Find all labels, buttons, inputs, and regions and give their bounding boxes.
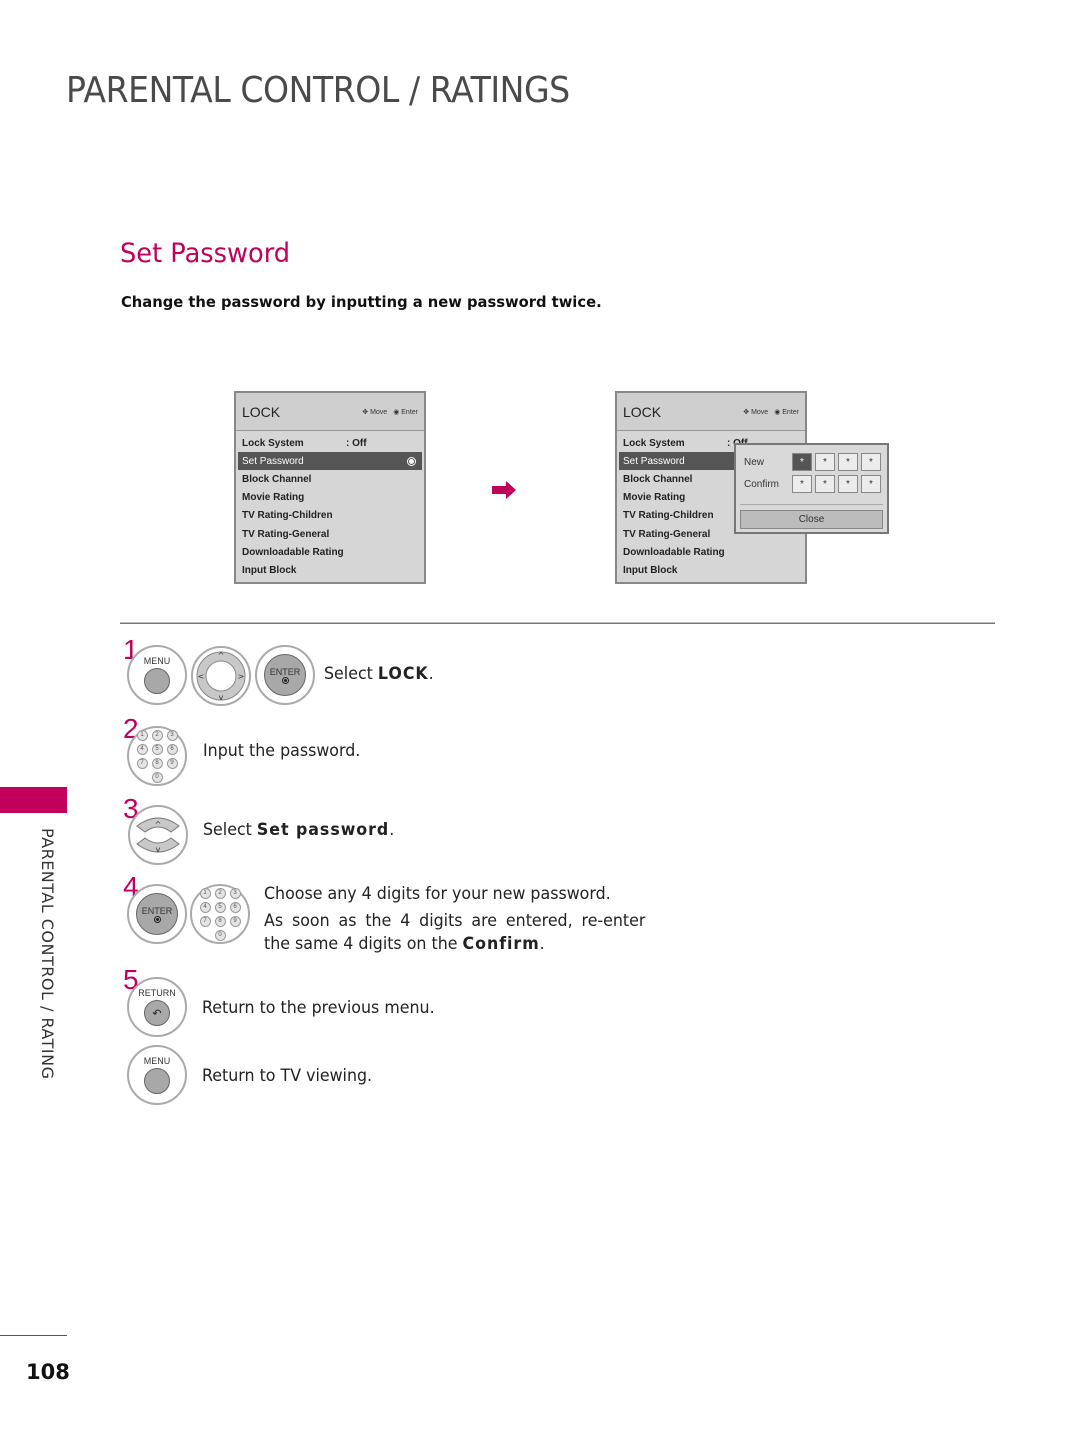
menu-item-block-channel[interactable]: Block Channel — [236, 470, 424, 488]
confirm-label: Confirm — [744, 478, 780, 490]
confirm-digit-2[interactable]: * — [815, 475, 835, 493]
menu-key-icon — [144, 1068, 170, 1094]
intro-text: Change the password by inputting a new p… — [121, 293, 602, 311]
confirm-digit-3[interactable]: * — [838, 475, 858, 493]
enter-icon — [407, 456, 416, 466]
key-9[interactable]: 9 — [166, 757, 178, 769]
move-hint: ✥ Move — [362, 408, 388, 416]
key-4[interactable]: 4 — [136, 743, 148, 755]
key-5[interactable]: 5 — [214, 901, 226, 913]
section-divider — [120, 622, 995, 624]
arrow-right-icon — [492, 481, 516, 499]
menu-item-downloadable-rating[interactable]: Downloadable Rating — [236, 543, 424, 561]
confirm-digit-1[interactable]: * — [792, 475, 812, 493]
key-1[interactable]: 1 — [199, 887, 211, 899]
chapter-tab — [0, 787, 67, 813]
osd-menu-before: LOCK ✥ Move ◉ Enter Lock System: Off Set… — [234, 391, 426, 584]
new-password-row: New * * * * — [744, 453, 884, 471]
enter-dot-icon — [281, 676, 289, 684]
step-4-line-2: As soon as the 4 digits are entered, re-… — [264, 911, 646, 930]
number-keypad[interactable]: 1 2 3 4 5 6 7 8 9 0 — [127, 726, 187, 786]
enter-hint: ◉ Enter — [393, 408, 418, 416]
enter-dot-icon — [153, 915, 161, 923]
menu-key-icon — [144, 668, 170, 694]
key-1[interactable]: 1 — [136, 729, 148, 741]
key-0[interactable]: 0 — [214, 929, 226, 941]
key-7[interactable]: 7 — [199, 915, 211, 927]
key-4[interactable]: 4 — [199, 901, 211, 913]
menu-item-input-block[interactable]: Input Block — [617, 561, 805, 579]
move-icon: ✥ — [362, 408, 369, 416]
confirm-password-row: Confirm * * * * — [744, 475, 884, 493]
key-6[interactable]: 6 — [229, 901, 241, 913]
password-popup: New * * * * Confirm * * * * Close — [734, 443, 889, 534]
chapter-label: PARENTAL CONTROL / RATING — [38, 828, 57, 1080]
enter-button[interactable]: ENTER — [127, 884, 187, 944]
step-final-text: Return to TV viewing. — [202, 1066, 373, 1085]
svg-text:^: ^ — [155, 820, 162, 829]
number-keypad[interactable]: 1 2 3 4 5 6 7 8 9 0 — [190, 884, 250, 944]
new-digit-3[interactable]: * — [838, 453, 858, 471]
section-title: Set Password — [120, 238, 291, 269]
step-4-line-1: Choose any 4 digits for your new passwor… — [264, 884, 611, 903]
up-down-buttons-icon[interactable]: ^ v — [127, 804, 189, 866]
popup-divider — [740, 504, 883, 505]
new-digit-2[interactable]: * — [815, 453, 835, 471]
enter-button[interactable]: ENTER — [255, 645, 315, 705]
new-digit-4[interactable]: * — [861, 453, 881, 471]
svg-text:^: ^ — [218, 651, 225, 660]
enter-icon: ◉ — [393, 408, 400, 416]
move-hint: ✥ Move — [743, 408, 769, 416]
enter-hint: ◉ Enter — [774, 408, 799, 416]
key-3[interactable]: 3 — [229, 887, 241, 899]
new-label: New — [744, 456, 765, 468]
step-1-text: Select LOCK. — [324, 664, 434, 683]
osd-header: LOCK ✥ Move ◉ Enter — [617, 393, 805, 431]
svg-text:>: > — [238, 672, 245, 681]
nav-pad-icon[interactable]: ^ v < > — [190, 645, 252, 707]
key-2[interactable]: 2 — [151, 729, 163, 741]
page-number: 108 — [26, 1360, 70, 1384]
close-button[interactable]: Close — [740, 510, 883, 529]
footer-line — [0, 1335, 67, 1336]
menu-item-tv-rating-general[interactable]: TV Rating-General — [236, 525, 424, 543]
menu-item-input-block[interactable]: Input Block — [236, 561, 424, 579]
enter-icon: ◉ — [774, 408, 781, 416]
svg-text:v: v — [219, 693, 224, 702]
confirm-digit-4[interactable]: * — [861, 475, 881, 493]
move-icon: ✥ — [743, 408, 750, 416]
menu-button[interactable]: MENU — [127, 645, 187, 705]
step-5-text: Return to the previous menu. — [202, 998, 435, 1017]
svg-text:v: v — [156, 845, 161, 854]
key-2[interactable]: 2 — [214, 887, 226, 899]
key-3[interactable]: 3 — [166, 729, 178, 741]
step-3-text: Select Set password. — [203, 820, 395, 839]
osd-header: LOCK ✥ Move ◉ Enter — [236, 393, 424, 431]
key-0[interactable]: 0 — [151, 771, 163, 783]
key-7[interactable]: 7 — [136, 757, 148, 769]
return-button[interactable]: RETURN ↶ — [127, 977, 187, 1037]
return-icon: ↶ — [144, 1000, 170, 1026]
step-4-line-3: the same 4 digits on the Confirm. — [264, 934, 545, 953]
key-6[interactable]: 6 — [166, 743, 178, 755]
page-title: PARENTAL CONTROL / RATINGS — [66, 70, 570, 111]
osd-title: LOCK — [242, 403, 281, 420]
menu-button[interactable]: MENU — [127, 1045, 187, 1105]
menu-item-movie-rating[interactable]: Movie Rating — [236, 489, 424, 507]
step-2-text: Input the password. — [203, 741, 361, 760]
key-8[interactable]: 8 — [151, 757, 163, 769]
enter-key: ENTER — [264, 654, 306, 696]
key-9[interactable]: 9 — [229, 915, 241, 927]
svg-text:<: < — [198, 672, 205, 681]
menu-item-tv-rating-children[interactable]: TV Rating-Children — [236, 507, 424, 525]
menu-item-lock-system[interactable]: Lock System: Off — [236, 434, 424, 452]
osd-title: LOCK — [623, 403, 662, 420]
new-digit-1[interactable]: * — [792, 453, 812, 471]
menu-item-downloadable-rating[interactable]: Downloadable Rating — [617, 543, 805, 561]
menu-item-set-password[interactable]: Set Password — [238, 452, 422, 471]
key-5[interactable]: 5 — [151, 743, 163, 755]
enter-key: ENTER — [136, 893, 178, 935]
key-8[interactable]: 8 — [214, 915, 226, 927]
